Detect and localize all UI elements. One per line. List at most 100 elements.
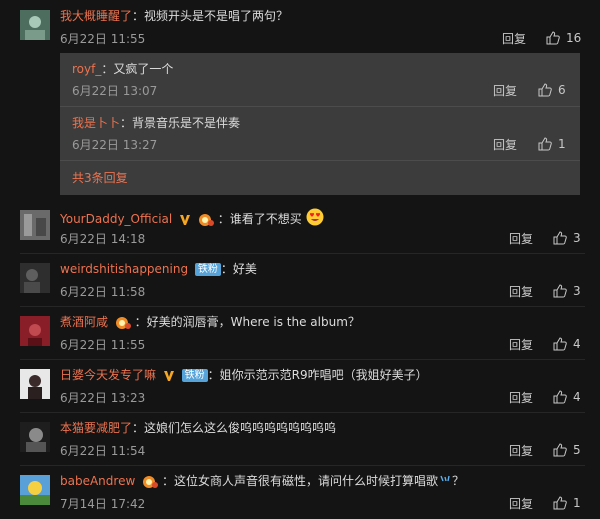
like-button[interactable]: 16 <box>546 31 581 45</box>
comment-text: ：谁看了不想买 <box>217 212 302 226</box>
like-button[interactable]: 3 <box>553 231 581 245</box>
username-link[interactable]: 煮酒阿咸 <box>60 315 108 329</box>
timestamp: 6月22日 13:07 <box>72 84 158 98</box>
comment-item: weirdshitishappening 铁粉 ：好美 6月22日 11:58 回… <box>0 253 600 306</box>
like-button[interactable]: 1 <box>538 137 566 151</box>
like-count: 16 <box>566 31 582 45</box>
comment-line: 我大概睡醒了：视频开头是不是唱了两句？ <box>60 8 288 24</box>
like-count: 3 <box>573 284 581 298</box>
reply-button[interactable]: 回复 <box>509 232 533 246</box>
verified-v-icon <box>163 370 174 381</box>
reply-button[interactable]: 回复 <box>502 32 526 46</box>
heart-eyes-emoji-icon <box>306 208 324 226</box>
thumbs-up-icon <box>538 137 552 151</box>
username-link[interactable]: royf_ <box>72 62 101 76</box>
like-button[interactable]: 4 <box>553 337 581 351</box>
comment-line: 日婆今天发专了嘛 铁粉 ：姐你示范示范R9咋唱吧（我姐好美子） <box>60 367 428 383</box>
reply-button[interactable]: 回复 <box>509 391 533 405</box>
comment-item: babeAndrew ：这位女商人声音很有磁性，请问什么时候打算唱歌 ？ 7月14… <box>0 465 600 519</box>
like-count: 6 <box>558 83 566 97</box>
vip-badge-icon <box>115 316 131 329</box>
avatar[interactable] <box>20 10 50 40</box>
username-link[interactable]: YourDaddy_Official <box>60 212 172 226</box>
thumbs-up-icon <box>553 231 567 245</box>
like-count: 5 <box>573 443 581 457</box>
comment-text: ：姐你示范示范R9咋唱吧（我姐好美子） <box>207 368 428 382</box>
reply-button[interactable]: 回复 <box>509 285 533 299</box>
comment-line: YourDaddy_Official ：谁看了不想买 <box>60 208 324 227</box>
divider <box>60 106 580 107</box>
username-link[interactable]: 本猫要减肥了 <box>60 421 132 435</box>
reply-button[interactable]: 回复 <box>493 84 517 98</box>
vip-badge-icon <box>143 475 159 488</box>
comment-text: ：好美的润唇膏，Where is the album？ <box>134 315 360 329</box>
vip-badge-icon <box>198 213 214 226</box>
thumbs-up-icon <box>553 390 567 404</box>
thumbs-up-icon <box>538 83 552 97</box>
comment-line: 本猫要减肥了：这娘们怎么这么俊呜呜呜呜呜呜呜呜 <box>60 420 336 436</box>
comment-item: 煮酒阿咸 ：好美的润唇膏，Where is the album？ 6月22日 1… <box>0 306 600 359</box>
divider <box>60 160 580 161</box>
avatar[interactable] <box>20 369 50 399</box>
username-link[interactable]: weirdshitishappening <box>60 262 188 276</box>
more-replies-link[interactable]: 共3条回复 <box>72 171 128 185</box>
reply-button[interactable]: 回复 <box>493 138 517 152</box>
comment-line: 煮酒阿咸 ：好美的润唇膏，Where is the album？ <box>60 314 360 330</box>
sweat-emoji-icon <box>440 475 450 482</box>
comment-line: babeAndrew ：这位女商人声音很有磁性，请问什么时候打算唱歌 ？ <box>60 473 464 489</box>
timestamp: 6月22日 14:18 <box>60 232 146 246</box>
thumbs-up-icon <box>553 337 567 351</box>
reply-button[interactable]: 回复 <box>509 338 533 352</box>
like-button[interactable]: 4 <box>553 390 581 404</box>
avatar[interactable] <box>20 210 50 240</box>
comment-text: ：视频开头是不是唱了两句？ <box>132 9 289 23</box>
comment-item: 日婆今天发专了嘛 铁粉 ：姐你示范示范R9咋唱吧（我姐好美子） 6月22日 13:… <box>0 359 600 412</box>
comment-item: YourDaddy_Official ：谁看了不想买 6月22日 14:18 回… <box>0 200 600 253</box>
timestamp: 6月22日 13:27 <box>72 138 158 152</box>
username-link[interactable]: 我大概睡醒了 <box>60 9 132 23</box>
avatar[interactable] <box>20 316 50 346</box>
comment-text: ：又疯了一个 <box>101 62 174 76</box>
like-button[interactable]: 1 <box>553 496 581 510</box>
reply-button[interactable]: 回复 <box>509 497 533 511</box>
timestamp: 7月14日 17:42 <box>60 497 146 511</box>
like-button[interactable]: 6 <box>538 83 566 97</box>
thumbs-up-icon <box>553 496 567 510</box>
sub-reply-box: royf_：又疯了一个 6月22日 13:07 回复 6 我是卜卜：背景音乐是不… <box>60 53 580 195</box>
reply-button[interactable]: 回复 <box>509 444 533 458</box>
like-button[interactable]: 3 <box>553 284 581 298</box>
timestamp: 6月22日 11:58 <box>60 285 146 299</box>
comment-item: 我大概睡醒了：视频开头是不是唱了两句？ 6月22日 11:55 回复 16 ro… <box>0 0 600 200</box>
username-link[interactable]: 我是卜卜 <box>72 116 120 130</box>
thumbs-up-icon <box>553 443 567 457</box>
sub-reply-line: 我是卜卜：背景音乐是不是伴奏 <box>72 115 240 131</box>
like-count: 4 <box>573 390 581 404</box>
timestamp: 6月22日 11:55 <box>60 32 146 46</box>
timestamp: 6月22日 13:23 <box>60 391 146 405</box>
comment-text-end: ？ <box>451 474 464 488</box>
like-count: 4 <box>573 337 581 351</box>
comment-text: ：好美 <box>220 262 257 276</box>
like-button[interactable]: 5 <box>553 443 581 457</box>
avatar[interactable] <box>20 422 50 452</box>
username-link[interactable]: babeAndrew <box>60 474 135 488</box>
comment-text: ：背景音乐是不是伴奏 <box>120 116 241 130</box>
fan-badge: 铁粉 <box>194 263 221 276</box>
like-count: 1 <box>558 137 566 151</box>
fan-badge: 铁粉 <box>181 369 208 382</box>
sub-reply-line: royf_：又疯了一个 <box>72 61 173 77</box>
comment-line: weirdshitishappening 铁粉 ：好美 <box>60 261 257 277</box>
avatar[interactable] <box>20 263 50 293</box>
comment-text: ：这位女商人声音很有磁性，请问什么时候打算唱歌 <box>161 474 438 488</box>
comment-item: 本猫要减肥了：这娘们怎么这么俊呜呜呜呜呜呜呜呜 6月22日 11:54 回复 5 <box>0 412 600 465</box>
timestamp: 6月22日 11:54 <box>60 444 146 458</box>
timestamp: 6月22日 11:55 <box>60 338 146 352</box>
verified-v-icon <box>180 214 191 225</box>
username-link[interactable]: 日婆今天发专了嘛 <box>60 368 156 382</box>
thumbs-up-icon <box>546 31 560 45</box>
thumbs-up-icon <box>553 284 567 298</box>
avatar[interactable] <box>20 475 50 505</box>
comment-text: ：这娘们怎么这么俊呜呜呜呜呜呜呜呜 <box>132 421 337 435</box>
like-count: 1 <box>573 496 581 510</box>
like-count: 3 <box>573 231 581 245</box>
